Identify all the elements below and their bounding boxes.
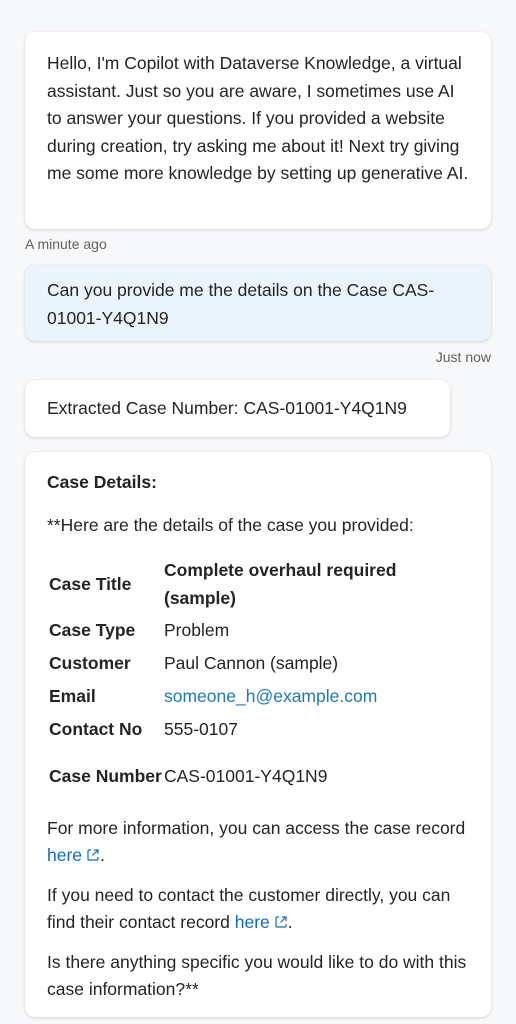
case-details-message: Case Details: **Here are the details of … [25,452,491,1017]
extracted-case-text: Extracted Case Number: CAS-01001-Y4Q1N9 [47,398,407,418]
case-details-heading: Case Details: [47,472,157,492]
contact-no-value: 555-0107 [164,719,238,740]
table-row: Customer Paul Cannon (sample) [49,648,454,681]
case-details-table: Case Title Complete overhaul required (s… [49,555,454,807]
more-info-suffix: . [100,845,105,865]
contact-paragraph: If you need to contact the customer dire… [47,882,477,937]
contact-record-link[interactable]: here [235,912,288,932]
user-message: Can you provide me the details on the Ca… [25,265,491,341]
customer-value: Paul Cannon (sample) [164,653,339,674]
case-title-label: Case Title [49,573,132,594]
bot-intro-text: Hello, I'm Copilot with Dataverse Knowle… [47,53,469,183]
case-record-link-label[interactable]: here [47,845,82,865]
case-type-value: Problem [164,620,230,641]
table-row: Email someone_h@example.com [49,681,454,714]
case-details-intro: **Here are the details of the case you p… [47,515,414,535]
table-row: Case Type Problem [49,615,454,648]
contact-suffix: . [287,912,293,932]
contact-no-label: Contact No [49,719,143,740]
bot-intro-message: Hello, I'm Copilot with Dataverse Knowle… [25,32,491,229]
customer-label: Customer [49,653,131,674]
open-in-new-window-icon[interactable] [86,848,100,862]
email-link[interactable]: someone_h@example.com [164,686,377,706]
more-info-text: For more information, you can access the… [47,817,466,838]
case-record-link[interactable]: here [47,845,100,865]
case-type-label: Case Type [49,620,136,641]
extracted-case-message: Extracted Case Number: CAS-01001-Y4Q1N9 [25,380,450,437]
email-label: Email [49,686,96,707]
user-timestamp: Just now [435,349,491,365]
case-number-label: Case Number [49,765,162,786]
closing-question: Is there anything specific you would lik… [47,951,467,1000]
table-row: Contact No 555-0107 [49,714,454,747]
case-number-value: CAS-01001-Y4Q1N9 [164,765,328,786]
table-row: Case Title Complete overhaul required (s… [49,555,454,615]
bot-timestamp: A minute ago [25,236,107,252]
table-row: Case Number CAS-01001-Y4Q1N9 [49,747,454,807]
open-in-new-window-icon[interactable] [274,915,288,929]
contact-record-link-label[interactable]: here [235,912,270,932]
more-info-paragraph: For more information, you can access the… [47,815,477,870]
user-message-text: Can you provide me the details on the Ca… [47,280,435,328]
case-title-value: Complete overhaul required (sample) [164,560,397,608]
